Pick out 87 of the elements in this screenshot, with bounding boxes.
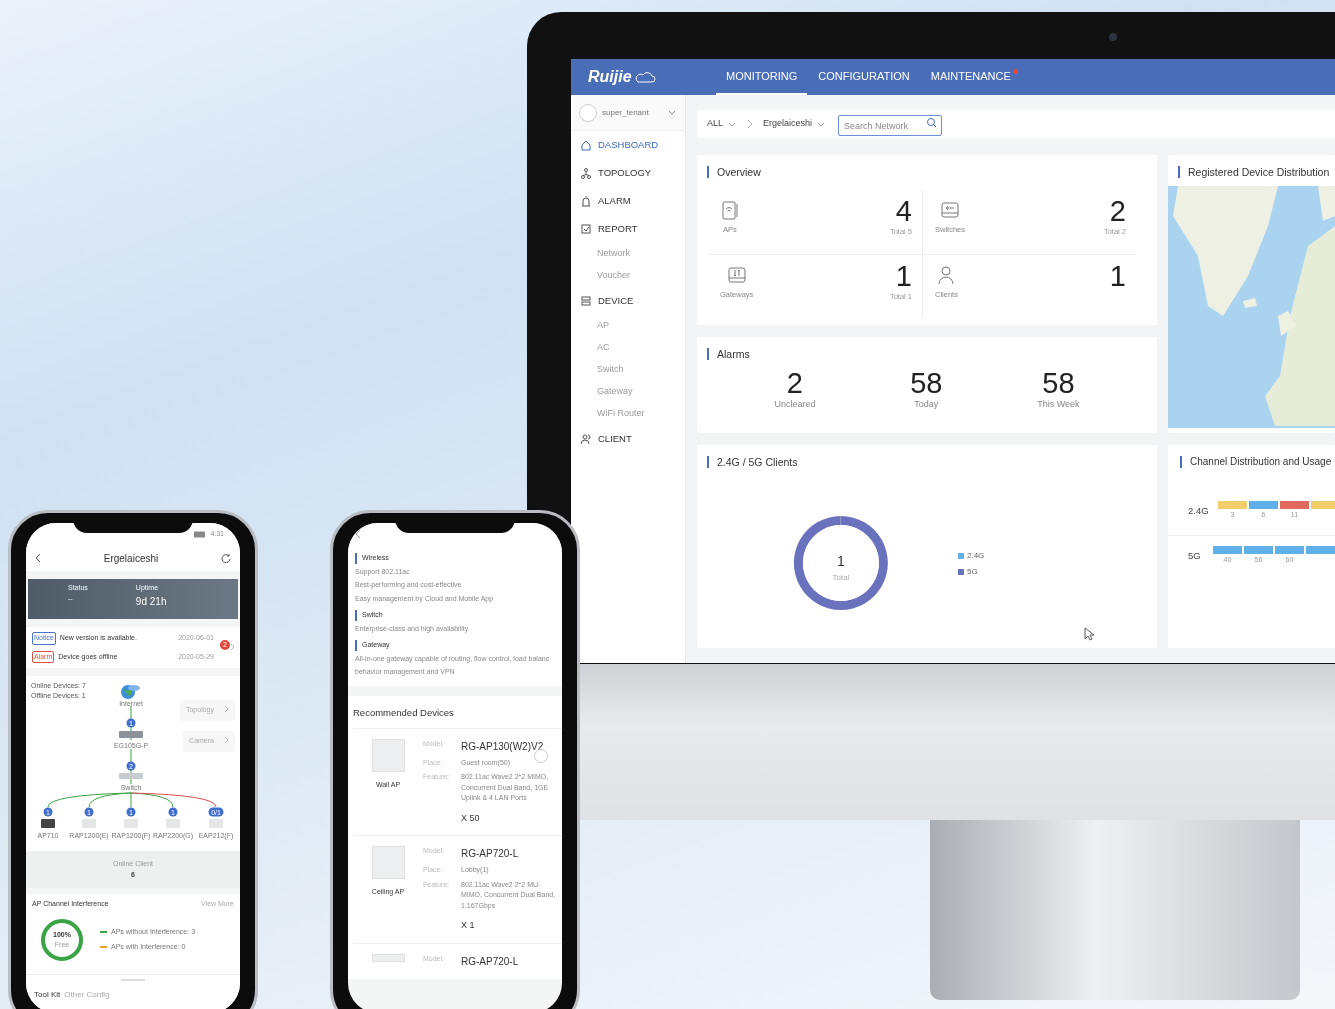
search-icon[interactable] — [926, 116, 938, 128]
switch-icon — [940, 200, 960, 220]
card-title: 2.4G / 5G Clients — [707, 456, 1157, 468]
nav-tab[interactable]: CONFIGURATION — [808, 59, 920, 95]
sidebar-subitem[interactable]: Switch — [571, 359, 685, 381]
sidebar-subitem[interactable]: AP — [571, 315, 685, 337]
alarm-label: Today — [913, 398, 940, 411]
quantity: X 50 — [461, 811, 481, 825]
sidebar-subitem[interactable]: Voucher — [571, 265, 685, 287]
legend-label: 5G — [967, 566, 978, 578]
drag-handle — [121, 979, 145, 981]
donut-total-label: Total — [831, 572, 851, 584]
access-point-icon — [41, 819, 55, 828]
donut-total-value: 1 — [836, 552, 846, 571]
device-photo — [371, 953, 405, 962]
field-value: RG-AP720-L — [461, 954, 520, 969]
gateway-icon — [726, 265, 747, 285]
alarm-count: 58 — [910, 368, 943, 398]
field-value: RG-AP720-L — [461, 847, 520, 862]
screen-title: Ergelaiceshi — [103, 551, 159, 566]
report-icon — [580, 223, 592, 235]
card-title: Registered Device Distribution — [1178, 166, 1335, 178]
sidebar-subitem[interactable]: WiFi Router — [571, 403, 685, 425]
quantity: X 1 — [461, 919, 476, 933]
topology-icon — [580, 167, 592, 179]
sidebar-item[interactable]: CLIENT — [571, 425, 685, 453]
user-name[interactable]: super_tenant — [602, 106, 662, 119]
sidebar-item[interactable]: DEVICE — [571, 287, 685, 315]
legend-label: 2.4G — [967, 550, 985, 562]
band-label: 5G — [1188, 548, 1201, 563]
chevron-right-icon — [745, 119, 755, 129]
home-icon — [580, 139, 592, 151]
tab[interactable]: Tool Kit — [34, 989, 65, 1001]
cloud-icon — [634, 69, 657, 85]
breadcrumb-dropdown[interactable]: Ergelaiceshi — [763, 117, 827, 131]
refresh-icon[interactable] — [220, 552, 232, 564]
card-title: Channel Distribution and Usage — [1180, 456, 1335, 468]
stat-value: 1 — [1109, 261, 1126, 291]
stat-value: 1 — [894, 261, 912, 291]
section-title: Recommended Devices — [353, 705, 455, 720]
access-point-icon — [124, 819, 138, 828]
device-photo — [371, 846, 405, 880]
chevron-right-icon[interactable] — [230, 643, 235, 651]
chevron-right-icon — [224, 736, 229, 744]
access-point-icon — [82, 819, 96, 828]
sidebar-item[interactable]: TOPOLOGY — [571, 159, 685, 187]
sidebar-item[interactable]: REPORT — [571, 215, 685, 243]
gateway-icon — [119, 731, 143, 738]
search-field[interactable]: Search Network — [838, 115, 943, 137]
breadcrumb-dropdown[interactable]: ALL — [707, 117, 737, 131]
card-title: Alarms — [707, 348, 1157, 360]
camera-icon — [1109, 33, 1117, 41]
sidebar-subitem[interactable]: AC — [571, 337, 685, 359]
access-point-icon — [720, 200, 740, 220]
back-icon[interactable] — [354, 529, 362, 539]
device-photo — [371, 738, 405, 772]
cursor-icon — [1084, 627, 1095, 641]
field-value: RG-AP130(W2)V2 — [461, 739, 545, 754]
globe-icon — [121, 685, 140, 699]
alarm-label: This Week — [1037, 398, 1080, 411]
back-icon[interactable] — [34, 553, 42, 563]
nav-tab[interactable]: MONITORING — [716, 59, 808, 95]
chevron-right-icon — [224, 705, 229, 713]
sidebar-subitem[interactable]: Gateway — [571, 381, 685, 403]
access-point-icon — [166, 819, 180, 828]
stat-value: 4 — [894, 196, 912, 226]
nav-tab[interactable]: MAINTENANCE — [920, 59, 1021, 95]
alarm-count: 2 — [785, 368, 804, 398]
battery-icon — [194, 530, 207, 538]
chevron-icon[interactable] — [667, 108, 677, 117]
band-label: 2.4G — [1188, 504, 1206, 518]
person-icon — [936, 265, 957, 285]
alarm-count: 58 — [1041, 368, 1076, 398]
sidebar-subitem[interactable]: Network — [571, 243, 685, 265]
stat-value: 2 — [1108, 196, 1126, 226]
switch-icon — [119, 773, 143, 779]
banner-value: 9d 21h — [135, 594, 167, 609]
client-icon — [580, 433, 592, 445]
sidebar-item[interactable]: DASHBOARD — [571, 131, 685, 159]
avatar-icon — [579, 103, 597, 122]
alarm-icon — [580, 195, 592, 207]
alarm-label: Uncleared — [774, 398, 816, 411]
access-point-icon — [209, 819, 223, 828]
logo-text: Ruijie — [588, 67, 632, 87]
card-title: Overview — [707, 166, 1157, 178]
sidebar-item[interactable]: ALARM — [571, 187, 685, 215]
device-icon — [580, 295, 592, 307]
